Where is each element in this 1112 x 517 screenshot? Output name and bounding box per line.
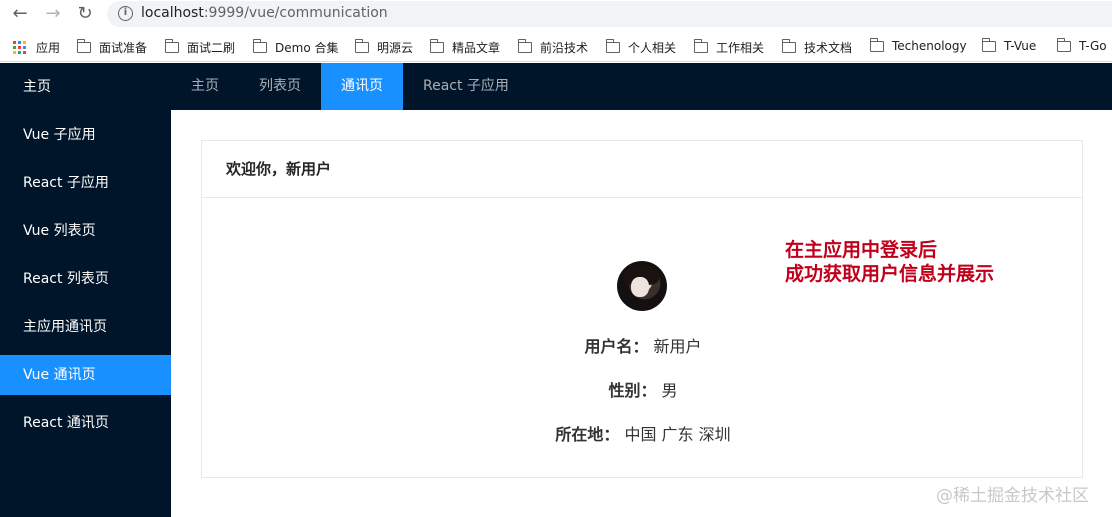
card-title: 欢迎你，新用户 — [202, 141, 1082, 198]
sidebar-item-label: Vue 列表页 — [23, 223, 96, 239]
watermark: @稀土掘金技术社区 — [936, 486, 1089, 506]
bookmark-folder[interactable]: T-Vue — [981, 37, 1037, 53]
annotation-note: 在主应用中登录后 成功获取用户信息并展示 — [785, 238, 994, 286]
bookmark-label: 应用 — [36, 41, 61, 55]
bookmark-folder[interactable]: T-Go — [1056, 37, 1107, 53]
tab-home[interactable]: 主页 — [191, 63, 219, 110]
bookmark-label: 面试二刷 — [187, 41, 236, 55]
location-value: 中国 广东 深圳 — [624, 425, 731, 444]
folder-icon — [981, 37, 996, 52]
bookmark-folder[interactable]: 精品文章 — [429, 39, 501, 56]
forward-arrow-icon[interactable]: → — [42, 3, 64, 24]
info-icon[interactable]: i — [118, 6, 133, 21]
folder-icon — [76, 39, 91, 53]
sidebar-item-label: Vue 子应用 — [23, 127, 96, 143]
sidebar-item-label: React 通讯页 — [23, 415, 109, 431]
sidebar-item-main-communication[interactable]: 主应用通讯页 — [0, 307, 171, 347]
folder-icon — [869, 37, 884, 52]
location-row: 所在地： 中国 广东 深圳 — [202, 421, 1084, 445]
folder-icon — [1056, 37, 1071, 52]
username-row: 用户名： 新用户 — [202, 333, 1084, 357]
top-nav: 主页 列表页 通讯页 React 子应用 — [171, 63, 1112, 110]
sidebar: 主页 Vue 子应用 React 子应用 Vue 列表页 React 列表页 主… — [0, 63, 171, 517]
sidebar-item-vue-communication[interactable]: Vue 通讯页 — [0, 355, 171, 395]
bookmark-label: T-Go — [1079, 39, 1107, 53]
bookmark-folder[interactable]: 个人相关 — [605, 39, 677, 56]
folder-icon — [164, 39, 179, 53]
browser-toolbar: ← → ↻ i localhost:9999/vue/communication — [0, 0, 1112, 28]
main-content: 欢迎你，新用户 用户名： 新用户 性别： 男 所在地： 中国 广东 深圳 — [171, 110, 1112, 517]
bookmark-label: 技术文档 — [804, 41, 853, 55]
sidebar-item-vue-list[interactable]: Vue 列表页 — [0, 211, 171, 251]
url-text[interactable]: localhost:9999/vue/communication — [141, 5, 388, 21]
bookmark-folder[interactable]: 前沿技术 — [517, 39, 589, 56]
bookmark-folder[interactable]: 面试准备 — [76, 39, 148, 56]
sidebar-item-vue-app[interactable]: Vue 子应用 — [0, 115, 171, 155]
bookmark-folder[interactable]: 工作相关 — [693, 39, 765, 56]
reload-icon[interactable]: ↻ — [74, 3, 96, 24]
sidebar-item-react-list[interactable]: React 列表页 — [0, 259, 171, 299]
gender-label: 性别： — [608, 381, 657, 400]
bookmark-label: 面试准备 — [99, 41, 148, 55]
tab-list[interactable]: 列表页 — [259, 63, 301, 110]
bookmark-label: 明源云 — [377, 41, 414, 55]
tab-label: 列表页 — [259, 78, 301, 94]
folder-icon — [354, 39, 369, 53]
tab-communication[interactable]: 通讯页 — [321, 63, 403, 110]
sidebar-item-label: Vue 通讯页 — [23, 367, 96, 383]
bookmark-folder[interactable]: 技术文档 — [781, 39, 853, 56]
bookmark-label: Demo 合集 — [275, 41, 339, 55]
bookmark-folder[interactable]: Techenology — [869, 37, 967, 53]
folder-icon — [252, 39, 267, 53]
address-bar[interactable]: i localhost:9999/vue/communication — [107, 1, 1112, 27]
annotation-line: 成功获取用户信息并展示 — [785, 263, 995, 285]
bookmark-label: 精品文章 — [452, 41, 501, 55]
gender-row: 性别： 男 — [202, 377, 1084, 401]
tab-react-app[interactable]: React 子应用 — [423, 63, 509, 110]
bookmarks-bar: 应用 面试准备 面试二刷 Demo 合集 明源云 精品文章 前沿技术 个人相关 … — [0, 32, 1112, 62]
sidebar-item-label: React 列表页 — [23, 271, 109, 287]
folder-icon — [429, 39, 444, 53]
bookmark-folder[interactable]: 面试二刷 — [164, 39, 236, 56]
username-value: 新用户 — [653, 337, 702, 356]
username-label: 用户名： — [584, 337, 649, 356]
bookmark-folder[interactable]: 明源云 — [354, 39, 414, 56]
folder-icon — [693, 39, 708, 53]
user-card: 欢迎你，新用户 用户名： 新用户 性别： 男 所在地： 中国 广东 深圳 — [201, 140, 1083, 478]
folder-icon — [781, 39, 796, 53]
tab-label: 主页 — [191, 78, 219, 94]
sidebar-item-home[interactable]: 主页 — [0, 67, 171, 107]
tab-label: 通讯页 — [341, 78, 383, 94]
folder-icon — [605, 39, 620, 53]
apps-grid-icon — [13, 41, 26, 54]
tab-label: React 子应用 — [423, 78, 509, 94]
sidebar-item-label: 主页 — [23, 79, 51, 95]
sidebar-item-label: React 子应用 — [23, 175, 109, 191]
folder-icon — [517, 39, 532, 53]
location-label: 所在地： — [555, 425, 620, 444]
bookmark-apps[interactable]: 应用 — [13, 39, 60, 56]
bookmark-label: Techenology — [892, 39, 967, 53]
bookmark-label: 个人相关 — [628, 41, 677, 55]
bookmark-label: 前沿技术 — [540, 41, 589, 55]
bookmark-folder[interactable]: Demo 合集 — [252, 39, 339, 56]
bookmark-label: 工作相关 — [716, 41, 765, 55]
sidebar-item-react-app[interactable]: React 子应用 — [0, 163, 171, 203]
bookmark-label: T-Vue — [1004, 39, 1037, 53]
annotation-line: 在主应用中登录后 — [785, 239, 938, 261]
avatar — [617, 261, 667, 311]
sidebar-item-react-communication[interactable]: React 通讯页 — [0, 403, 171, 443]
sidebar-item-label: 主应用通讯页 — [23, 319, 107, 335]
back-arrow-icon[interactable]: ← — [9, 3, 31, 24]
gender-value: 男 — [661, 381, 678, 400]
